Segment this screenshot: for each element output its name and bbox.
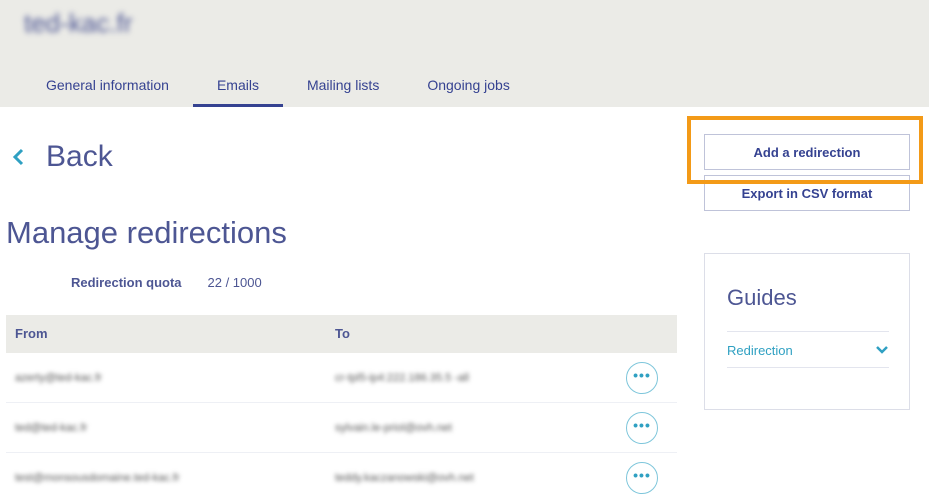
more-icon: ••• [633,417,651,433]
guides-title: Guides [727,285,797,310]
add-redirection-button[interactable]: Add a redirection [704,134,910,170]
table-header: From To [6,315,677,353]
quota-label: Redirection quota [71,275,182,290]
divider [727,367,889,368]
tab-bar: General information Emails Mailing lists… [22,62,534,107]
row-actions-button[interactable]: ••• [626,462,658,494]
quota-value: 22 / 1000 [207,275,262,290]
header-bar: ted-kac.fr General information Emails Ma… [0,0,929,107]
tab-mailing-lists[interactable]: Mailing lists [283,62,403,107]
cell-from: ted@ted-kac.fr [15,421,88,434]
more-icon: ••• [633,467,651,483]
table-row: azerty@ted-kac.fr cr-tpl5-ip4:222.186.35… [6,353,677,403]
row-actions-button[interactable]: ••• [626,412,658,444]
cell-from: azerty@ted-kac.fr [15,371,102,384]
row-actions-button[interactable]: ••• [626,362,658,394]
cell-to: teddy.kaczanowski@ovh.net [335,471,474,484]
back-label: Back [46,140,113,173]
guides-panel: Guides Redirection [704,253,910,410]
cell-to: cr-tpl5-ip4:222.186.35.5 -all [335,371,469,384]
cell-to: sylvain.le-priol@ovh.net [335,421,452,434]
chevron-down-icon [876,346,888,354]
guide-item-redirection[interactable]: Redirection [727,332,889,368]
tab-ongoing-jobs[interactable]: Ongoing jobs [403,62,534,107]
more-icon: ••• [633,367,651,383]
back-link[interactable]: Back [10,140,113,174]
chevron-left-icon [12,148,24,166]
guide-item-label: Redirection [727,342,793,358]
page-title: Manage redirections [6,215,287,250]
tab-general-information[interactable]: General information [22,62,193,107]
column-header-from: From [15,326,48,341]
column-header-to: To [335,326,350,341]
cell-from: test@monsousdomaine.ted-kac.fr [15,471,180,484]
redirections-table: From To azerty@ted-kac.fr cr-tpl5-ip4:22… [6,315,677,500]
tab-emails[interactable]: Emails [192,62,283,107]
export-csv-button[interactable]: Export in CSV format [704,175,910,211]
table-row: test@monsousdomaine.ted-kac.fr teddy.kac… [6,453,677,500]
table-row: ted@ted-kac.fr sylvain.le-priol@ovh.net … [6,403,677,453]
redirection-quota: Redirection quota 22 / 1000 [71,275,262,290]
domain-title: ted-kac.fr [24,8,133,38]
